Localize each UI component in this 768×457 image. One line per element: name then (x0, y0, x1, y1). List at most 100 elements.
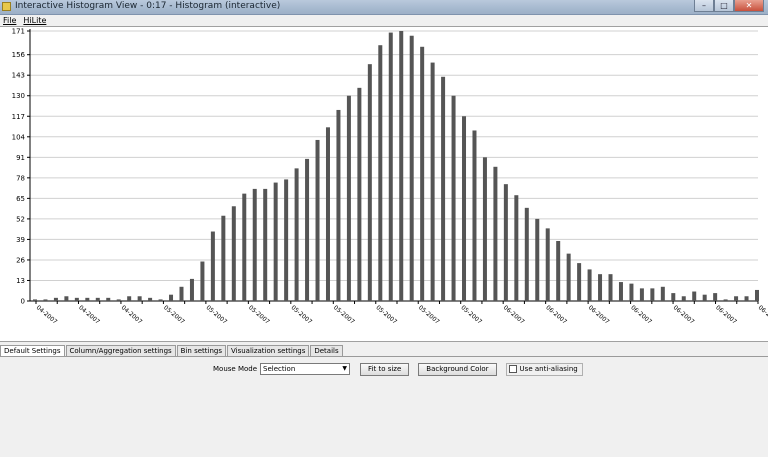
minimize-button[interactable]: – (694, 0, 714, 12)
window-title: Interactive Histogram View - 0:17 - Hist… (15, 1, 281, 11)
histogram-bar[interactable] (357, 87, 362, 301)
histogram-bar[interactable] (315, 139, 320, 301)
histogram-bar[interactable] (639, 288, 644, 301)
histogram-bar[interactable] (451, 95, 456, 301)
histogram-bar[interactable] (744, 296, 749, 301)
histogram-bar[interactable] (535, 218, 540, 301)
histogram-bar[interactable] (472, 130, 477, 301)
histogram-bar[interactable] (200, 261, 205, 301)
antialias-checkbox[interactable] (508, 365, 517, 373)
histogram-bar[interactable] (106, 297, 111, 301)
histogram-bar[interactable] (231, 206, 236, 301)
histogram-bar[interactable] (74, 297, 79, 301)
default-settings-controls: Mouse Mode Selection ▼ Fit to size Backg… (213, 362, 583, 376)
histogram-bar[interactable] (43, 299, 48, 301)
histogram-bar[interactable] (252, 188, 257, 301)
histogram-chart[interactable]: 0 13 26 39 52 65 78 91 104 117 130 143 156 171 04-2007… (0, 26, 768, 342)
y-tick-label: 117 (12, 113, 25, 121)
histogram-bar[interactable] (158, 299, 163, 301)
histogram-bar[interactable] (336, 109, 341, 302)
histogram-bar[interactable] (608, 274, 613, 301)
histogram-bar[interactable] (650, 288, 655, 301)
histogram-bar[interactable] (566, 253, 571, 301)
histogram-bar[interactable] (284, 179, 289, 301)
histogram-bar[interactable] (723, 299, 728, 301)
histogram-bar[interactable] (556, 241, 561, 301)
histogram-bar[interactable] (85, 297, 90, 301)
y-tick-label: 171 (12, 28, 25, 36)
x-tick-label: 06-2007 (587, 304, 611, 326)
histogram-bar[interactable] (367, 64, 372, 301)
x-tick-label: 06-2007 (544, 304, 568, 326)
x-tick-label: 05-2007 (417, 304, 441, 326)
close-button[interactable]: ✕ (734, 0, 764, 12)
histogram-bar[interactable] (346, 95, 351, 301)
menu-hilite[interactable]: HiLite (20, 15, 50, 26)
histogram-bar[interactable] (127, 296, 132, 301)
app-icon (2, 2, 11, 11)
histogram-bar[interactable] (462, 116, 467, 302)
histogram-bar[interactable] (399, 31, 404, 301)
fit-to-size-button[interactable]: Fit to size (360, 362, 410, 376)
histogram-bar[interactable] (242, 193, 247, 301)
histogram-bar[interactable] (388, 32, 393, 301)
histogram-bar[interactable] (263, 188, 268, 301)
histogram-bar[interactable] (325, 127, 330, 301)
histogram-bar[interactable] (210, 231, 215, 301)
histogram-bar[interactable] (189, 278, 194, 301)
x-tick-label: 05-2007 (332, 304, 356, 326)
histogram-bar[interactable] (660, 286, 665, 301)
histogram-bar[interactable] (221, 215, 226, 301)
histogram-bar[interactable] (713, 293, 718, 301)
histogram-bar[interactable] (577, 263, 582, 301)
histogram-bar[interactable] (169, 294, 174, 301)
histogram-bar[interactable] (441, 76, 446, 301)
menu-file[interactable]: File (0, 15, 20, 26)
histogram-bar[interactable] (294, 168, 299, 301)
y-tick-label: 78 (16, 174, 25, 182)
histogram-bar[interactable] (95, 297, 100, 301)
histogram-bar[interactable] (755, 289, 759, 301)
histogram-bar[interactable] (587, 269, 592, 301)
histogram-bar[interactable] (420, 46, 425, 301)
histogram-bar[interactable] (482, 157, 487, 301)
histogram-bar[interactable] (545, 228, 550, 301)
histogram-bar[interactable] (305, 158, 310, 301)
histogram-bar[interactable] (378, 45, 383, 301)
histogram-bar[interactable] (116, 299, 121, 301)
histogram-bar[interactable] (430, 62, 435, 301)
histogram-bar[interactable] (493, 166, 498, 301)
histogram-bar[interactable] (409, 35, 414, 301)
histogram-bar[interactable] (179, 286, 184, 301)
histogram-bar[interactable] (681, 296, 686, 301)
histogram-bar[interactable] (273, 182, 278, 301)
y-tick-label: 143 (12, 72, 25, 80)
histogram-bar[interactable] (64, 296, 69, 301)
histogram-bar[interactable] (148, 297, 153, 301)
histogram-bar[interactable] (692, 291, 697, 301)
y-tick-label: 13 (16, 277, 25, 285)
histogram-bar[interactable] (524, 207, 529, 301)
mouse-mode-value: Selection (263, 365, 296, 373)
histogram-bar[interactable] (702, 294, 707, 301)
mouse-mode-select[interactable]: Selection ▼ (260, 363, 351, 375)
antialias-label: Use anti-aliasing (519, 365, 578, 373)
background-color-button[interactable]: Background Color (418, 362, 497, 376)
histogram-bar[interactable] (734, 296, 739, 301)
x-tick-label: 04-2007 (120, 304, 144, 326)
histogram-bar[interactable] (618, 282, 623, 301)
histogram-svg[interactable]: 0 13 26 39 52 65 78 91 104 117 130 143 156 171 04-2007… (0, 27, 768, 343)
histogram-bar[interactable] (33, 299, 37, 301)
histogram-bar[interactable] (629, 283, 634, 301)
x-tick-label: 05-2007 (459, 304, 483, 326)
maximize-button[interactable]: □ (714, 0, 734, 12)
histogram-bar[interactable] (503, 184, 508, 301)
histogram-bar[interactable] (514, 195, 519, 301)
histogram-bar[interactable] (671, 293, 676, 301)
antialias-option[interactable]: Use anti-aliasing (505, 362, 583, 376)
histogram-bar[interactable] (598, 274, 603, 301)
menu-bar: File HiLite (0, 15, 768, 26)
histogram-bar[interactable] (53, 297, 58, 301)
histogram-bar[interactable] (137, 296, 142, 301)
y-tick-label: 39 (16, 236, 25, 244)
